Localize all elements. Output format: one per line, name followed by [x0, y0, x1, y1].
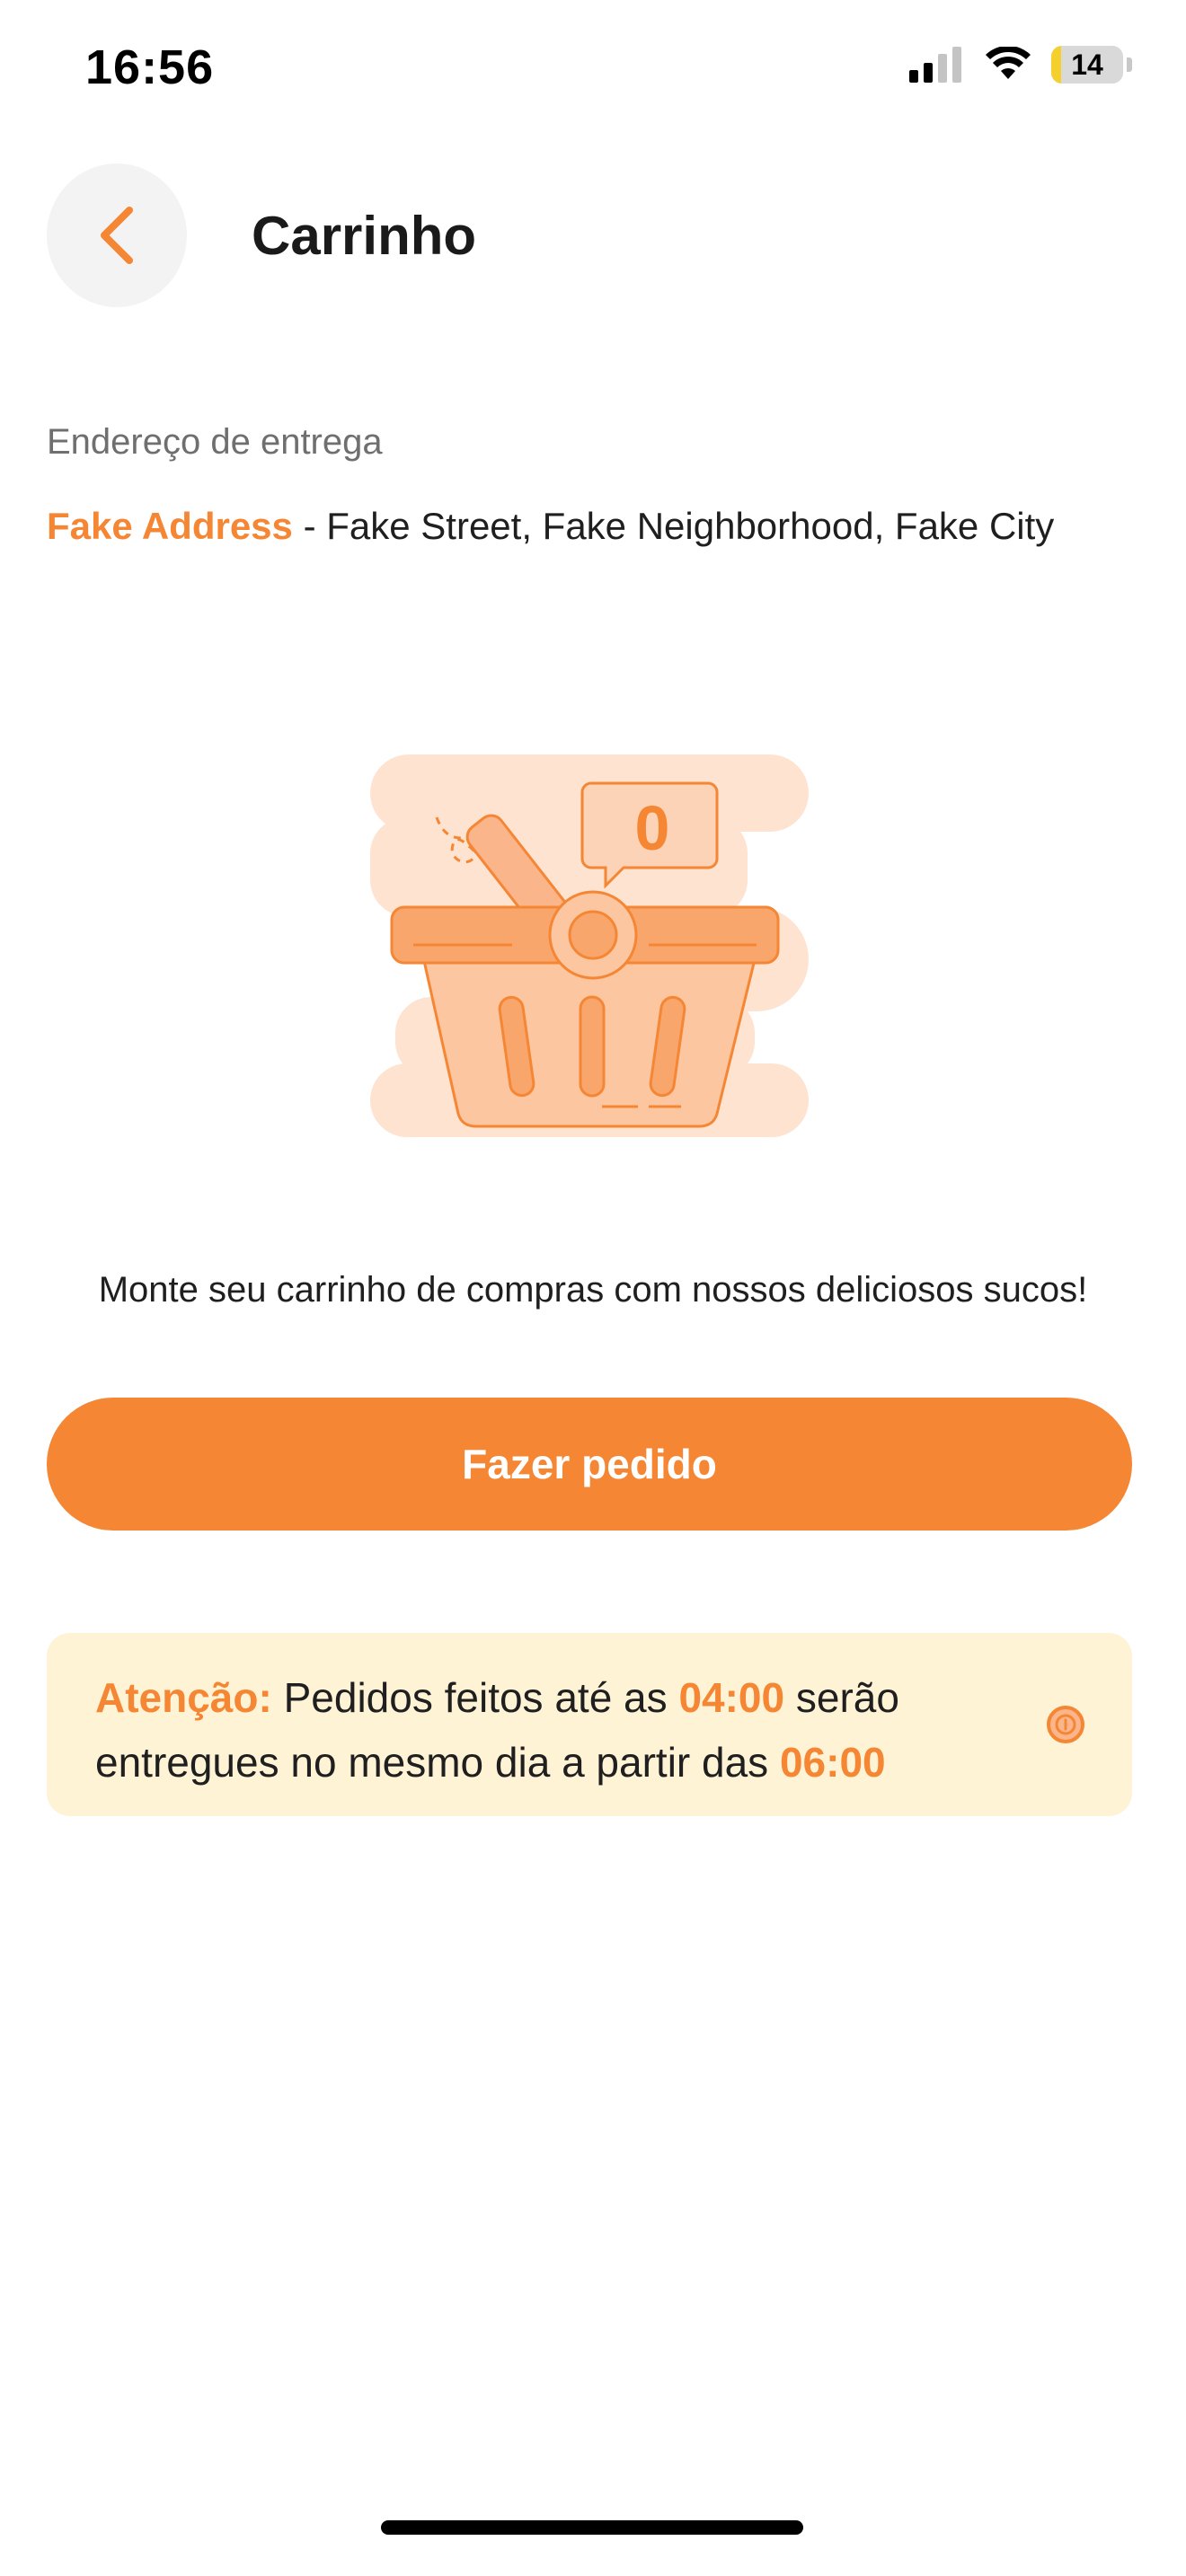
delivery-notice: Atenção: Pedidos feitos até as 04:00 ser… [47, 1633, 1132, 1816]
battery-nub [1127, 57, 1132, 72]
delivery-address[interactable]: Fake Address - Fake Street, Fake Neighbo… [47, 505, 1054, 548]
notice-text: Atenção: Pedidos feitos até as 04:00 ser… [95, 1665, 994, 1795]
cart-count-value: 0 [635, 793, 670, 863]
cart-screen: 16:56 14 Carrinho Endereço de entrega Fa… [0, 0, 1186, 2576]
empty-basket-icon: 0 [370, 754, 809, 1137]
home-indicator[interactable] [381, 2520, 803, 2535]
address-detail: Fake Street, Fake Neighborhood, Fake Cit… [326, 505, 1055, 547]
notice-prefix: Atenção: [95, 1674, 272, 1721]
info-icon[interactable] [1046, 1705, 1085, 1744]
address-separator: - [292, 505, 327, 547]
notice-delivery-time: 06:00 [779, 1739, 886, 1786]
notice-cutoff-time: 04:00 [678, 1674, 785, 1721]
address-name: Fake Address [47, 505, 293, 547]
empty-cart-message: Monte seu carrinho de compras com nossos… [98, 1270, 1088, 1310]
empty-basket-illustration: 0 [341, 737, 845, 1150]
place-order-button[interactable]: Fazer pedido [47, 1398, 1132, 1531]
notice-text-1: Pedidos feitos até as [271, 1674, 679, 1721]
status-bar: 16:56 14 [0, 0, 1186, 144]
wifi-icon [986, 47, 1031, 79]
page-title: Carrinho [252, 206, 477, 266]
status-time: 16:56 [85, 40, 215, 94]
battery-level: 14 [1071, 49, 1103, 81]
signal-icon [909, 47, 961, 83]
status-icons: 14 [907, 45, 1132, 84]
address-label: Endereço de entrega [47, 422, 383, 462]
chevron-left-icon [101, 207, 133, 264]
battery-icon: 14 [1051, 46, 1123, 84]
back-button[interactable] [47, 163, 187, 307]
